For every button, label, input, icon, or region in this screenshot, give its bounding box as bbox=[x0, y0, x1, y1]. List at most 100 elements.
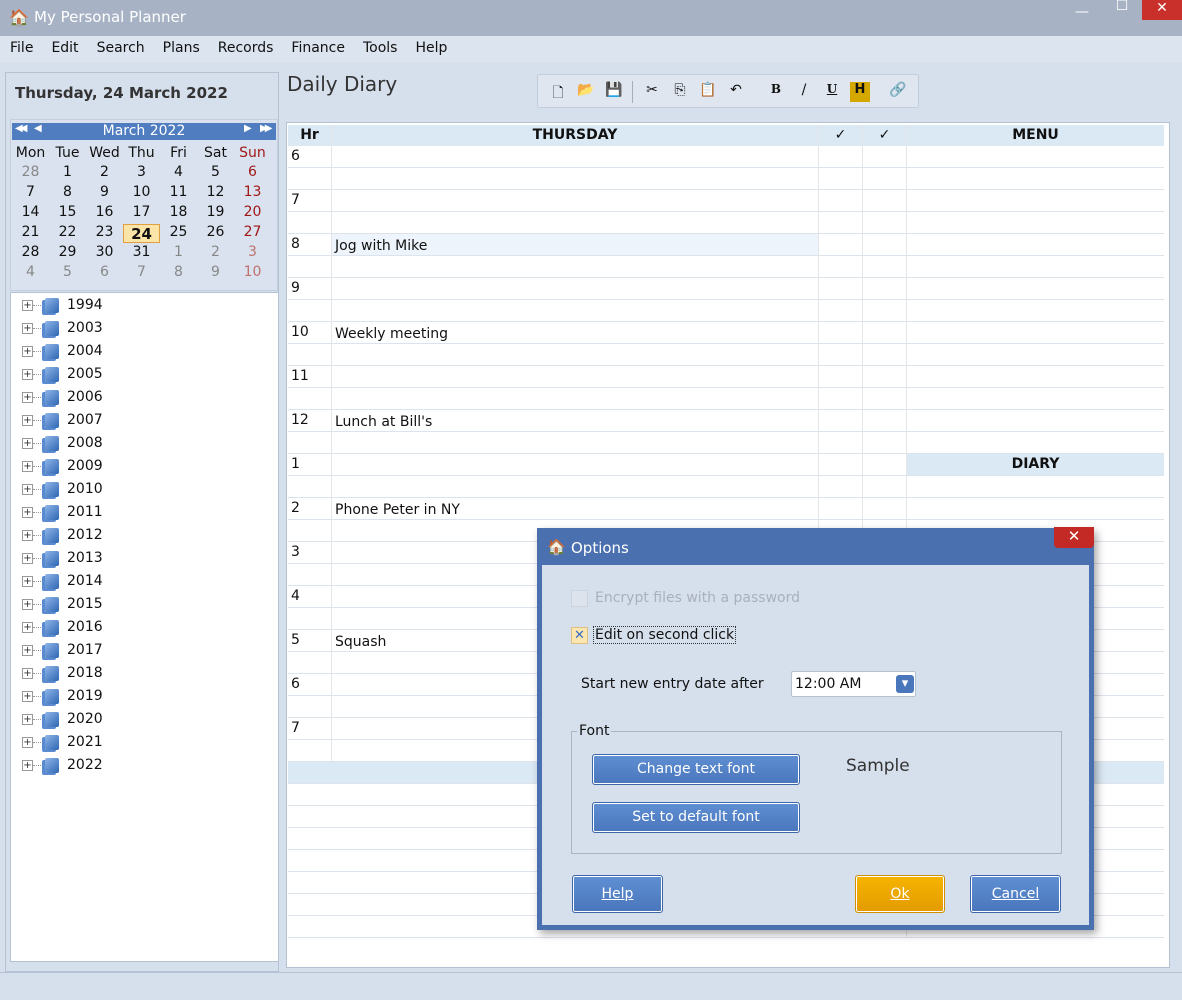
open-folder-icon[interactable]: 📂 bbox=[576, 82, 596, 102]
calendar-day[interactable]: 31 bbox=[123, 244, 160, 263]
calendar-day[interactable]: 5 bbox=[197, 164, 234, 183]
menu-edit[interactable]: Edit bbox=[41, 36, 86, 62]
expand-icon[interactable]: + bbox=[22, 437, 33, 449]
bold-icon[interactable]: B bbox=[766, 82, 786, 102]
link-icon[interactable]: 🔗 bbox=[888, 82, 908, 102]
menu-finance[interactable]: Finance bbox=[281, 36, 353, 62]
grid-row[interactable] bbox=[288, 256, 1164, 278]
calendar-day[interactable]: 28 bbox=[12, 164, 49, 183]
undo-icon[interactable]: ↶ bbox=[726, 82, 746, 102]
expand-icon[interactable]: + bbox=[22, 736, 33, 748]
expand-icon[interactable]: + bbox=[22, 598, 33, 610]
calendar-day[interactable]: 7 bbox=[123, 264, 160, 283]
expand-icon[interactable]: + bbox=[22, 690, 33, 702]
ok-button[interactable]: Ok bbox=[855, 875, 945, 913]
calendar-day[interactable]: 3 bbox=[234, 244, 271, 263]
calendar-day[interactable]: 8 bbox=[160, 264, 197, 283]
dialog-close-button[interactable]: ✕ bbox=[1054, 527, 1094, 548]
new-document-icon[interactable]: 🗋 bbox=[548, 82, 568, 102]
grid-row[interactable] bbox=[288, 300, 1164, 322]
grid-row[interactable] bbox=[288, 432, 1164, 454]
underline-icon[interactable]: U bbox=[822, 82, 842, 102]
tree-node-2015[interactable]: +2015 bbox=[22, 594, 103, 614]
calendar-day[interactable]: 24 bbox=[123, 224, 160, 243]
expand-icon[interactable]: + bbox=[22, 368, 33, 380]
encrypt-checkbox[interactable] bbox=[571, 590, 588, 607]
grid-row[interactable] bbox=[288, 146, 1164, 168]
calendar-day[interactable]: 21 bbox=[12, 224, 49, 243]
calendar-day[interactable]: 9 bbox=[197, 264, 234, 283]
set-default-font-button[interactable]: Set to default font bbox=[592, 802, 800, 833]
calendar-day[interactable]: 22 bbox=[49, 224, 86, 243]
paste-icon[interactable]: 📋 bbox=[698, 82, 718, 102]
tree-node-2010[interactable]: +2010 bbox=[22, 479, 103, 499]
tree-node-2021[interactable]: +2021 bbox=[22, 732, 103, 752]
calendar-day[interactable]: 30 bbox=[86, 244, 123, 263]
diary-entry[interactable]: Weekly meeting bbox=[335, 326, 448, 342]
calendar-day[interactable]: 26 bbox=[197, 224, 234, 243]
tree-node-2016[interactable]: +2016 bbox=[22, 617, 103, 637]
calendar-day[interactable]: 28 bbox=[12, 244, 49, 263]
calendar-day[interactable]: 11 bbox=[160, 184, 197, 203]
grid-row[interactable] bbox=[288, 344, 1164, 366]
calendar-day[interactable]: 18 bbox=[160, 204, 197, 223]
calendar-day[interactable]: 15 bbox=[49, 204, 86, 223]
expand-icon[interactable]: + bbox=[22, 621, 33, 633]
diary-entry[interactable]: Jog with Mike bbox=[335, 238, 427, 254]
expand-icon[interactable]: + bbox=[22, 552, 33, 564]
calendar-day[interactable]: 1 bbox=[49, 164, 86, 183]
tree-node-2006[interactable]: +2006 bbox=[22, 387, 103, 407]
expand-icon[interactable]: + bbox=[22, 759, 33, 771]
tree-node-2019[interactable]: +2019 bbox=[22, 686, 103, 706]
calendar-day[interactable]: 9 bbox=[86, 184, 123, 203]
chevron-down-icon[interactable]: ▾ bbox=[896, 675, 914, 693]
calendar-day[interactable]: 3 bbox=[123, 164, 160, 183]
help-button[interactable]: Help bbox=[572, 875, 663, 913]
tree-node-1994[interactable]: +1994 bbox=[22, 295, 103, 315]
menu-help[interactable]: Help bbox=[405, 36, 455, 62]
expand-icon[interactable]: + bbox=[22, 483, 33, 495]
italic-icon[interactable]: / bbox=[794, 82, 814, 102]
menu-tools[interactable]: Tools bbox=[353, 36, 406, 62]
edit-second-click-label[interactable]: Edit on second click bbox=[593, 626, 737, 644]
tree-node-2004[interactable]: +2004 bbox=[22, 341, 103, 361]
tree-node-2007[interactable]: +2007 bbox=[22, 410, 103, 430]
menu-plans[interactable]: Plans bbox=[153, 36, 208, 62]
expand-icon[interactable]: + bbox=[22, 414, 33, 426]
calendar-day[interactable]: 19 bbox=[197, 204, 234, 223]
calendar-day[interactable]: 2 bbox=[86, 164, 123, 183]
grid-row[interactable] bbox=[288, 212, 1164, 234]
calendar-day[interactable]: 10 bbox=[123, 184, 160, 203]
tree-node-2012[interactable]: +2012 bbox=[22, 525, 103, 545]
calendar-day[interactable]: 5 bbox=[49, 264, 86, 283]
next-month-button[interactable]: ▶ bbox=[244, 123, 252, 134]
calendar-day[interactable]: 29 bbox=[49, 244, 86, 263]
calendar-day[interactable]: 13 bbox=[234, 184, 271, 203]
calendar-day[interactable]: 17 bbox=[123, 204, 160, 223]
expand-icon[interactable]: + bbox=[22, 667, 33, 679]
close-window-button[interactable]: ✕ bbox=[1142, 0, 1182, 20]
change-text-font-button[interactable]: Change text font bbox=[592, 754, 800, 785]
tree-node-2008[interactable]: +2008 bbox=[22, 433, 103, 453]
tree-node-2009[interactable]: +2009 bbox=[22, 456, 103, 476]
expand-icon[interactable]: + bbox=[22, 391, 33, 403]
expand-icon[interactable]: + bbox=[22, 575, 33, 587]
expand-icon[interactable]: + bbox=[22, 460, 33, 472]
grid-row[interactable] bbox=[288, 388, 1164, 410]
menu-records[interactable]: Records bbox=[208, 36, 282, 62]
diary-entry[interactable]: Squash bbox=[335, 634, 386, 650]
expand-icon[interactable]: + bbox=[22, 529, 33, 541]
diary-entry[interactable]: Phone Peter in NY bbox=[335, 502, 460, 518]
tree-node-2013[interactable]: +2013 bbox=[22, 548, 103, 568]
calendar-day[interactable]: 7 bbox=[12, 184, 49, 203]
maximize-button[interactable]: ☐ bbox=[1102, 0, 1142, 18]
expand-icon[interactable]: + bbox=[22, 299, 33, 311]
last-month-button[interactable]: ▶▶ bbox=[260, 123, 273, 134]
calendar-day[interactable]: 1 bbox=[160, 244, 197, 263]
grid-row[interactable] bbox=[288, 190, 1164, 212]
tree-node-2005[interactable]: +2005 bbox=[22, 364, 103, 384]
tree-node-2014[interactable]: +2014 bbox=[22, 571, 103, 591]
calendar-day[interactable]: 4 bbox=[12, 264, 49, 283]
tree-node-2017[interactable]: +2017 bbox=[22, 640, 103, 660]
expand-icon[interactable]: + bbox=[22, 713, 33, 725]
